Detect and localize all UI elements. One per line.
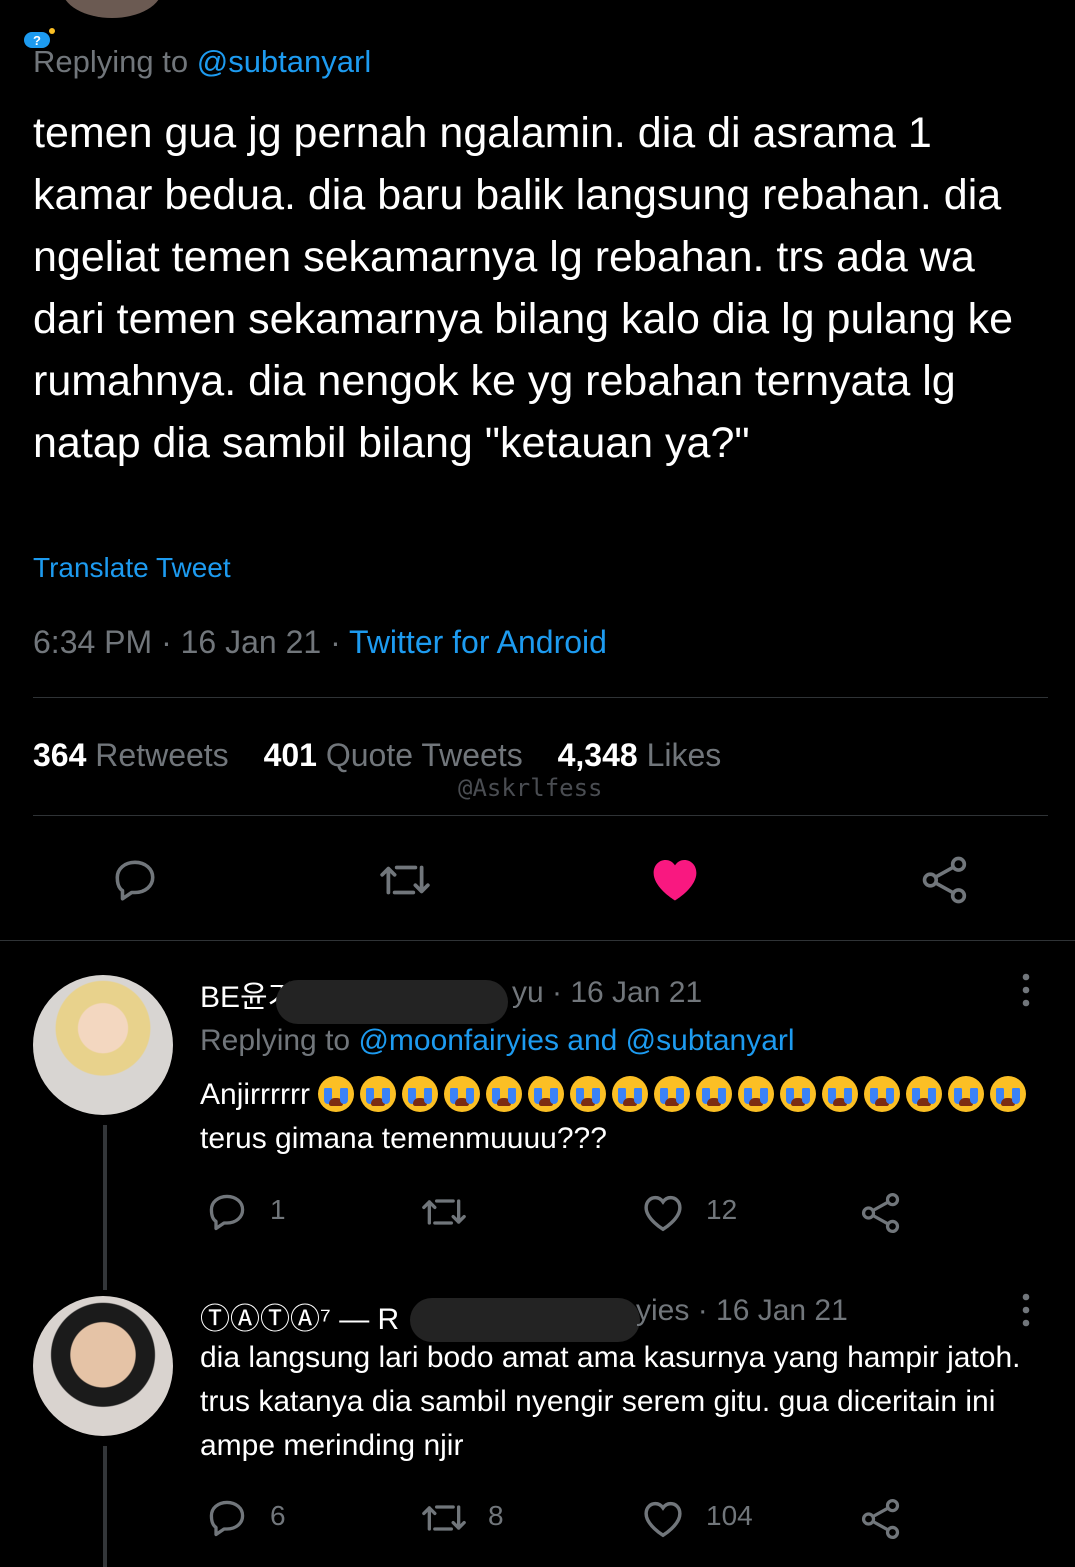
reply-count: 1 xyxy=(270,1194,286,1225)
crying-face-emoji-icon xyxy=(528,1076,565,1112)
crying-face-emoji-icon xyxy=(486,1076,523,1112)
crying-face-emoji-icon xyxy=(906,1076,943,1112)
divider xyxy=(33,815,1048,816)
crying-face-emoji-icon xyxy=(654,1076,691,1112)
share-icon[interactable] xyxy=(918,853,972,907)
retweet-icon[interactable] xyxy=(420,1190,468,1234)
crying-face-emoji-icon xyxy=(738,1076,775,1112)
redacted-block xyxy=(276,980,508,1024)
reply-replying-to: Replying to @moonfairyies and @subtanyar… xyxy=(200,1024,795,1058)
crying-emoji-row xyxy=(318,1076,1032,1112)
reply-date[interactable]: · 16 Jan 21 xyxy=(698,1294,848,1327)
retweet-icon[interactable] xyxy=(378,855,432,905)
more-options-icon[interactable] xyxy=(1016,972,1036,1008)
thread-line xyxy=(103,1125,107,1290)
retweet-count: 8 xyxy=(488,1500,504,1531)
reply-date[interactable]: · 16 Jan 21 xyxy=(552,976,702,1009)
replying-to-handle[interactable]: @subtanyarl xyxy=(197,44,372,79)
thread-line xyxy=(103,1446,107,1567)
replying-to-label: Replying to xyxy=(33,44,189,79)
share-icon[interactable] xyxy=(858,1190,904,1236)
reply-avatar[interactable] xyxy=(33,975,173,1115)
retweets-stat[interactable]: 364 Retweets xyxy=(33,737,229,773)
replying-to-label: Replying to xyxy=(200,1024,351,1057)
crying-face-emoji-icon xyxy=(990,1076,1027,1112)
reply-handle[interactable]: yu xyxy=(512,976,544,1009)
liked-heart-icon[interactable] xyxy=(648,853,702,903)
reply-icon[interactable] xyxy=(205,1496,249,1540)
tweet-text: temen gua jg pernah ngalamin. dia di asr… xyxy=(33,109,1014,467)
reply-text-end: terus gimana temenmuuuu??? xyxy=(200,1122,607,1155)
crying-face-emoji-icon xyxy=(864,1076,901,1112)
reply-author-name[interactable]: ⓉⒶⓉⒶ⁷ — R xyxy=(200,1294,399,1338)
like-count: 104 xyxy=(706,1500,753,1531)
tweet-date[interactable]: 16 Jan 21 xyxy=(181,624,322,660)
reply-icon[interactable] xyxy=(110,855,160,905)
reply-meta: yu · 16 Jan 21 xyxy=(512,976,702,1010)
crying-face-emoji-icon xyxy=(948,1076,985,1112)
reply-avatar[interactable] xyxy=(33,1296,173,1436)
replying-to: Replying to @subtanyarl xyxy=(33,44,371,80)
replying-to-handles[interactable]: @moonfairyies and @subtanyarl xyxy=(358,1024,794,1057)
likes-stat[interactable]: 4,348 Likes xyxy=(558,737,722,773)
tweet-meta: 6:34 PM · 16 Jan 21 · Twitter for Androi… xyxy=(33,624,607,660)
crying-face-emoji-icon xyxy=(822,1076,859,1112)
tweet-time[interactable]: 6:34 PM xyxy=(33,624,152,660)
crying-face-emoji-icon xyxy=(570,1076,607,1112)
tweet-stats: 364 Retweets 401 Quote Tweets 4,348 Like… xyxy=(33,737,747,774)
watermark: @Askrlfess xyxy=(458,774,603,802)
crying-face-emoji-icon xyxy=(318,1076,355,1112)
reply-text-start: Anjirrrrrr xyxy=(200,1078,310,1111)
reply-text: dia langsung lari bodo amat ama kasurnya… xyxy=(200,1341,1021,1462)
divider xyxy=(33,697,1048,698)
retweet-icon[interactable] xyxy=(420,1496,468,1540)
more-options-icon[interactable] xyxy=(1016,1292,1036,1328)
crying-face-emoji-icon xyxy=(780,1076,817,1112)
crying-face-emoji-icon xyxy=(360,1076,397,1112)
like-icon[interactable] xyxy=(640,1190,686,1234)
divider xyxy=(0,940,1075,941)
crying-face-emoji-icon xyxy=(444,1076,481,1112)
share-icon[interactable] xyxy=(858,1496,904,1542)
reply-count: 6 xyxy=(270,1500,286,1531)
reply-meta: yies · 16 Jan 21 xyxy=(636,1294,848,1328)
author-avatar[interactable] xyxy=(62,0,162,18)
crying-face-emoji-icon xyxy=(402,1076,439,1112)
translate-tweet-link[interactable]: Translate Tweet xyxy=(33,552,231,584)
like-icon[interactable] xyxy=(640,1496,686,1540)
reply-icon[interactable] xyxy=(205,1190,249,1234)
quote-tweets-stat[interactable]: 401 Quote Tweets xyxy=(264,737,523,773)
reply-handle[interactable]: yies xyxy=(636,1294,689,1327)
crying-face-emoji-icon xyxy=(696,1076,733,1112)
crying-face-emoji-icon xyxy=(612,1076,649,1112)
like-count: 12 xyxy=(706,1194,738,1225)
tweet-source[interactable]: Twitter for Android xyxy=(349,624,607,660)
reply-text: Anjirrrrrr terus gimana temenmuuuu??? xyxy=(200,1073,1060,1161)
